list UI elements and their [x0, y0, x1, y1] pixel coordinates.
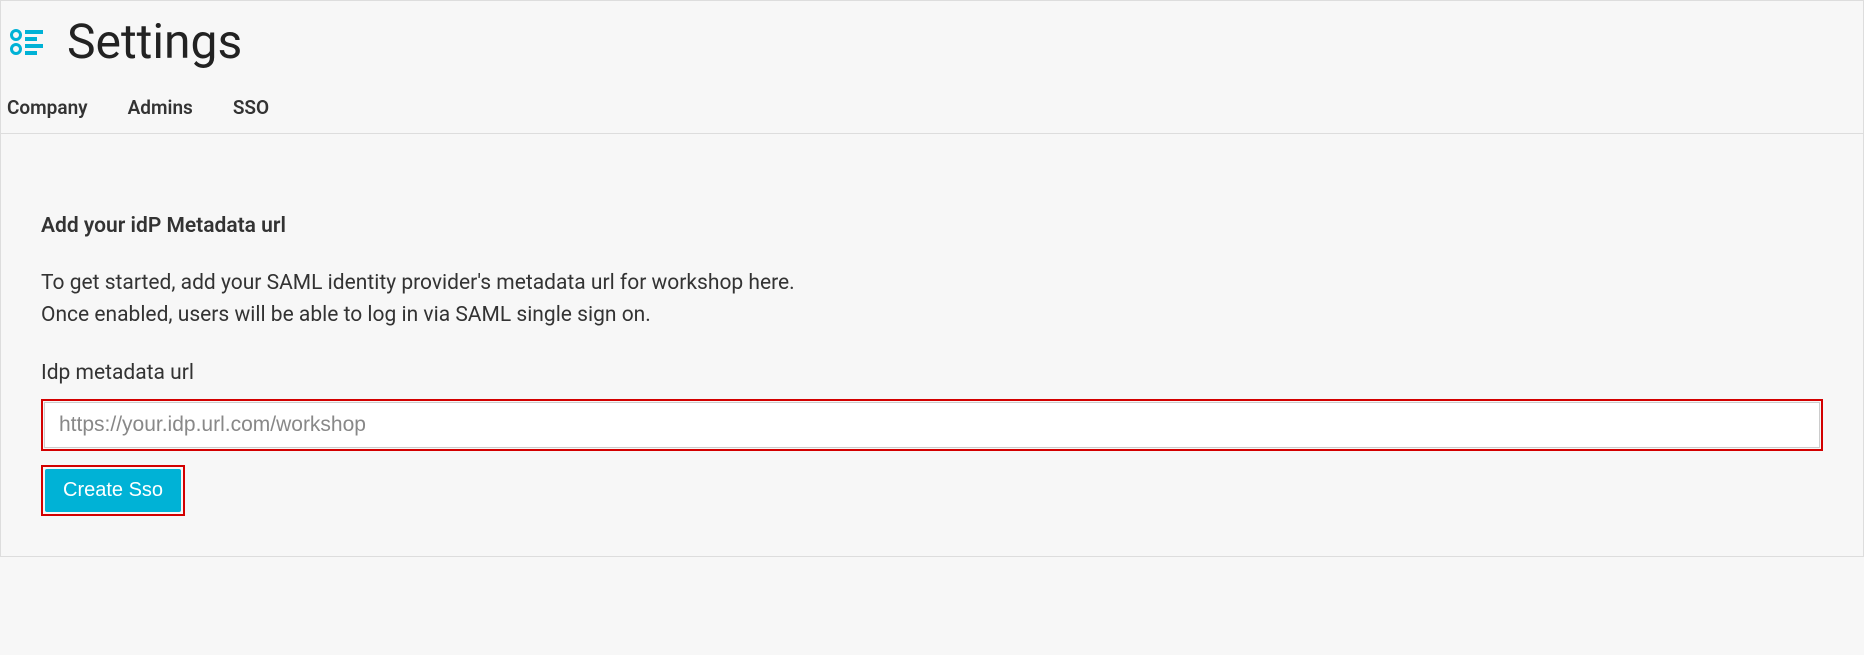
- app-logo-icon: [7, 22, 47, 62]
- input-highlight-wrapper: [41, 399, 1823, 451]
- tab-company[interactable]: Company: [7, 96, 88, 119]
- tab-sso[interactable]: SSO: [233, 96, 269, 119]
- description-text: To get started, add your SAML identity p…: [41, 268, 1823, 331]
- tab-admins[interactable]: Admins: [128, 96, 193, 119]
- description-line-1: To get started, add your SAML identity p…: [41, 268, 1823, 300]
- page-header: Settings: [1, 1, 1863, 78]
- section-title: Add your idP Metadata url: [41, 214, 1823, 238]
- field-label: Idp metadata url: [41, 361, 1823, 385]
- description-line-2: Once enabled, users will be able to log …: [41, 300, 1823, 332]
- create-sso-button[interactable]: Create Sso: [45, 469, 181, 512]
- button-highlight-wrapper: Create Sso: [41, 465, 185, 516]
- page-title: Settings: [67, 13, 242, 70]
- settings-page: Settings Company Admins SSO Add your idP…: [0, 0, 1864, 557]
- tabs: Company Admins SSO: [1, 78, 1863, 134]
- idp-metadata-url-input[interactable]: [44, 402, 1820, 448]
- content-area: Add your idP Metadata url To get started…: [1, 134, 1863, 556]
